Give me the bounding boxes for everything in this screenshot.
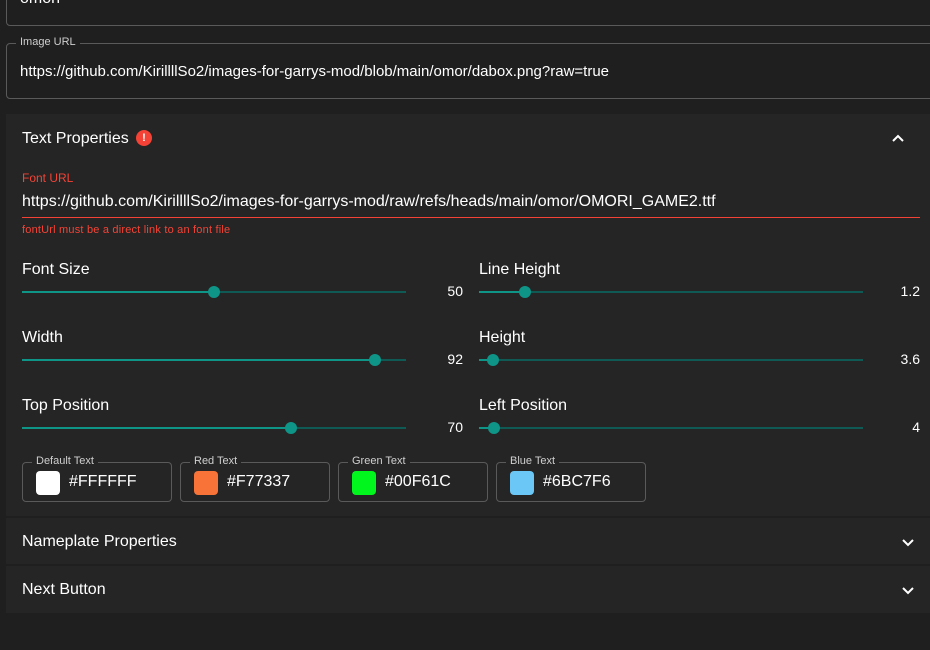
height-label: Height [479, 329, 526, 346]
exclamation-circle-icon: ! [136, 130, 152, 146]
green-text-color-label: Green Text [348, 455, 410, 467]
width-slider-group: Width 92 [22, 329, 463, 389]
image-url-field[interactable]: Image URL https://github.com/KirillllSo2… [6, 36, 930, 99]
default-text-color-label: Default Text [32, 455, 98, 467]
red-text-color-label: Red Text [190, 455, 242, 467]
line-height-value: 1.2 [900, 283, 920, 299]
width-value: 92 [447, 351, 463, 367]
font-size-slider-group: Font Size 50 [22, 261, 463, 321]
chevron-up-icon[interactable] [890, 131, 906, 147]
font-url-input[interactable]: https://github.com/KirillllSo2/images-fo… [22, 193, 716, 211]
left-position-value: 4 [912, 419, 920, 435]
font-url-label: Font URL [22, 171, 74, 185]
blue-text-color-field[interactable]: Blue Text #6BC7F6 [496, 455, 646, 502]
green-text-color-field[interactable]: Green Text #00F61C [338, 455, 488, 502]
font-size-slider-thumb[interactable] [208, 286, 220, 298]
text-properties-panel: Text Properties ! Font URL https://githu… [6, 114, 930, 516]
line-height-slider-group: Line Height 1.2 [479, 261, 920, 321]
width-slider[interactable] [22, 354, 406, 366]
nameplate-properties-title: Nameplate Properties [22, 533, 177, 550]
text-properties-title: Text Properties [22, 130, 129, 147]
left-position-slider-group: Left Position 4 [479, 397, 920, 457]
line-height-slider[interactable] [479, 286, 863, 298]
top-position-slider[interactable] [22, 422, 406, 434]
text-properties-header[interactable]: Text Properties ! [6, 114, 930, 162]
chevron-down-icon[interactable] [900, 582, 916, 598]
top-position-value: 70 [447, 419, 463, 435]
next-button-panel[interactable]: Next Button [6, 566, 930, 613]
height-value: 3.6 [900, 351, 920, 367]
font-url-error-text: fontUrl must be a direct link to an font… [22, 224, 231, 236]
green-text-color-swatch[interactable] [352, 471, 376, 495]
chevron-down-icon[interactable] [900, 534, 916, 550]
width-slider-fill [22, 359, 376, 361]
font-size-slider[interactable] [22, 286, 406, 298]
left-position-slider-thumb[interactable] [488, 422, 501, 434]
default-text-color-field[interactable]: Default Text #FFFFFF [22, 455, 172, 502]
blue-text-color-swatch[interactable] [510, 471, 534, 495]
left-position-label: Left Position [479, 397, 568, 414]
top-position-label: Top Position [22, 397, 110, 414]
height-slider[interactable] [479, 354, 863, 366]
nameplate-properties-panel[interactable]: Nameplate Properties [6, 518, 930, 564]
top-position-slider-thumb[interactable] [284, 422, 297, 434]
red-text-color-swatch[interactable] [194, 471, 218, 495]
height-slider-group: Height 3.6 [479, 329, 920, 389]
image-url-label: Image URL [16, 36, 80, 48]
default-text-color-value: #FFFFFF [69, 473, 137, 490]
red-text-color-field[interactable]: Red Text #F77337 [180, 455, 330, 502]
height-slider-thumb[interactable] [486, 354, 499, 366]
top-position-slider-group: Top Position 70 [22, 397, 463, 457]
image-url-value: https://github.com/KirillllSo2/images-fo… [20, 63, 610, 80]
line-height-slider-thumb[interactable] [519, 286, 532, 298]
default-text-color-swatch[interactable] [36, 471, 60, 495]
font-url-underline [22, 217, 920, 218]
name-field[interactable]: omori [6, 0, 930, 26]
width-label: Width [22, 329, 63, 346]
next-button-title: Next Button [22, 581, 106, 598]
line-height-label: Line Height [479, 261, 560, 278]
font-size-value: 50 [447, 283, 463, 299]
top-position-slider-fill [22, 427, 291, 429]
blue-text-color-value: #6BC7F6 [543, 473, 611, 490]
green-text-color-value: #00F61C [385, 473, 451, 490]
red-text-color-value: #F77337 [227, 473, 291, 490]
blue-text-color-label: Blue Text [506, 455, 560, 467]
left-position-slider[interactable] [479, 422, 863, 434]
name-field-value: omori [20, 0, 60, 8]
font-size-label: Font Size [22, 261, 90, 278]
font-size-slider-fill [22, 291, 214, 293]
width-slider-thumb[interactable] [369, 354, 382, 366]
